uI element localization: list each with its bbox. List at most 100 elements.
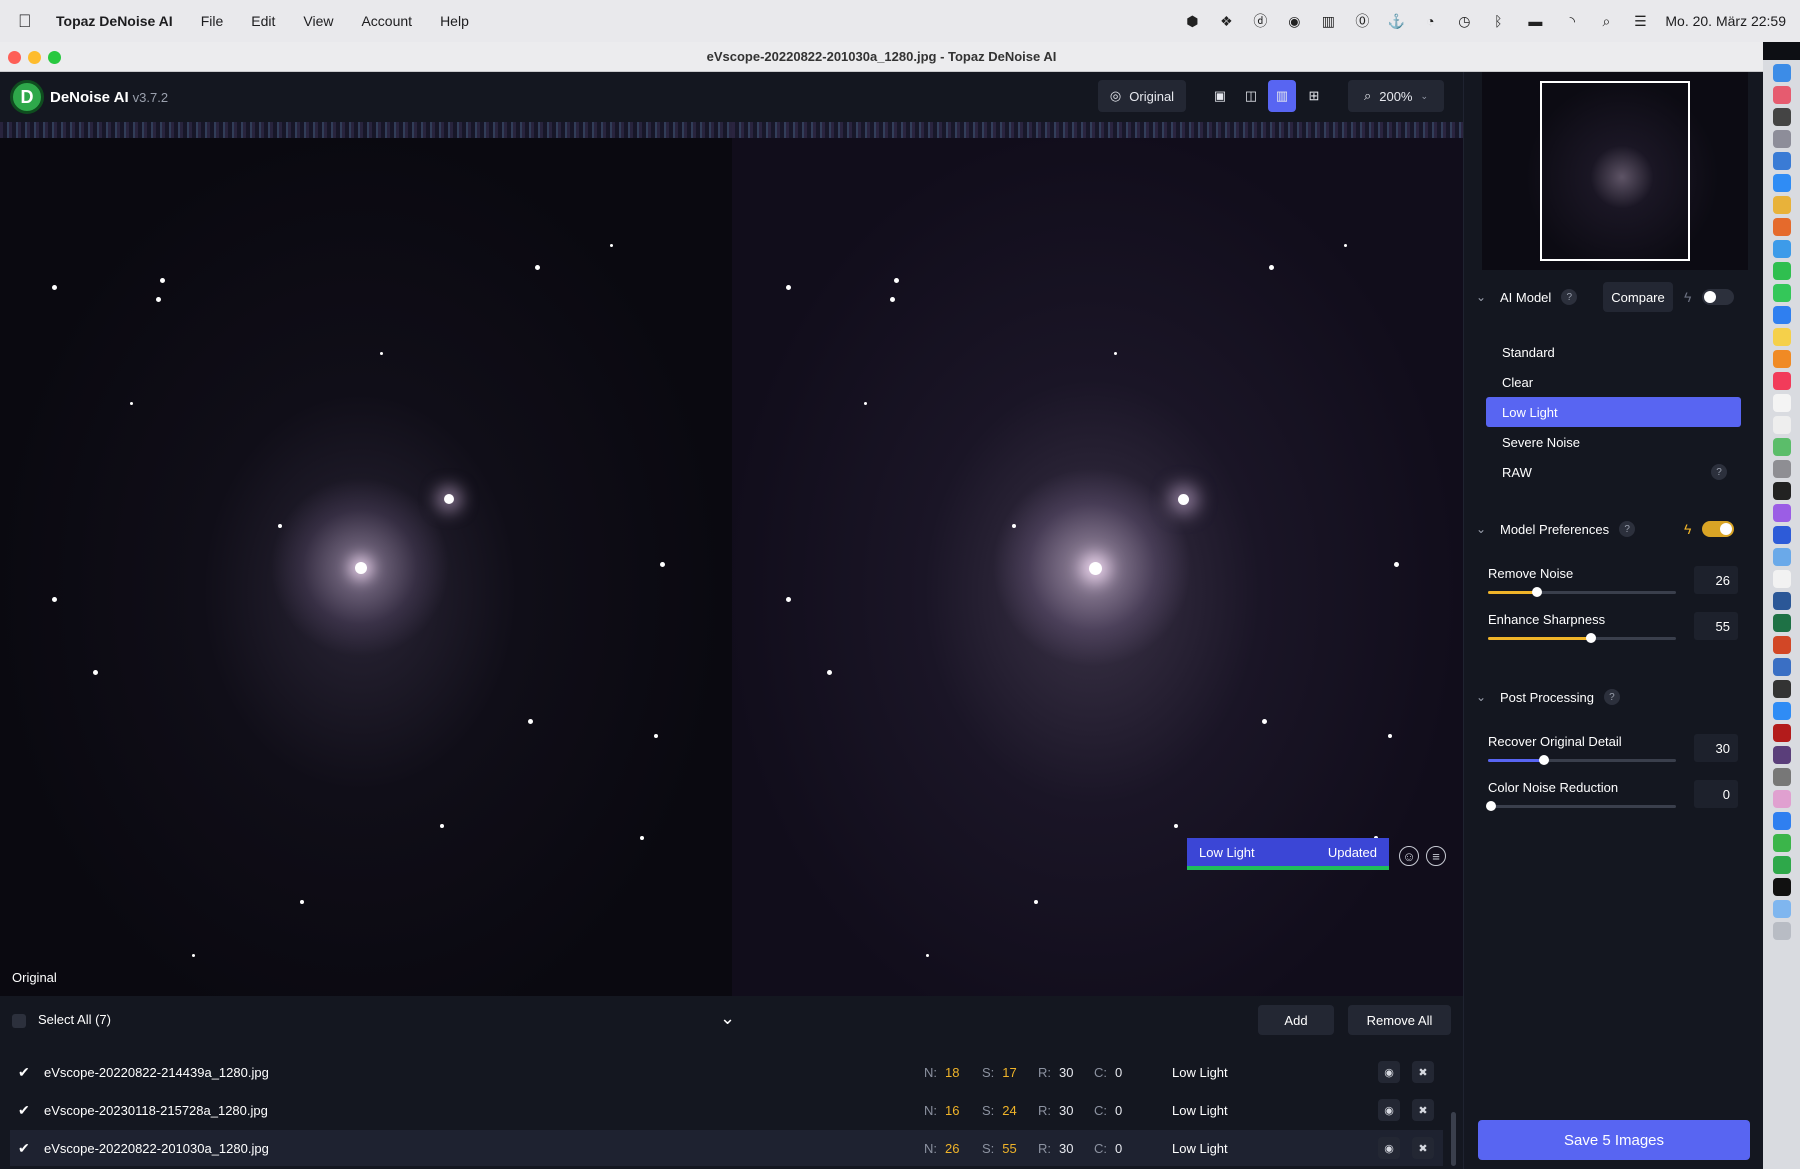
trash-icon[interactable]: ✖ <box>1412 1137 1434 1159</box>
select-all-label[interactable]: Select All (7) <box>38 1012 111 1027</box>
time-machine-icon[interactable]: ◷ <box>1455 12 1473 30</box>
file-row[interactable]: ✔ eVscope-20220822-214439a_1280.jpg N: 18… <box>10 1054 1443 1090</box>
battery-icon[interactable]: ▬ <box>1523 12 1547 30</box>
zoom-dropdown[interactable]: ⌕ 200% ⌄ <box>1348 80 1444 112</box>
launchpad-icon[interactable] <box>1772 130 1791 148</box>
window-icon[interactable] <box>1772 108 1791 126</box>
maps-icon[interactable] <box>1772 438 1791 456</box>
gauge-icon[interactable]: ◔ <box>1421 12 1439 30</box>
color-noise-thumb[interactable] <box>1486 801 1496 811</box>
collapse-chevron-icon[interactable]: ⌄ <box>720 1008 735 1029</box>
smiley-feedback-icon[interactable]: ☺ <box>1399 846 1419 866</box>
compare-button[interactable]: Compare <box>1603 282 1673 312</box>
recover-detail-slider[interactable] <box>1488 755 1676 765</box>
preview-original-pane[interactable] <box>0 122 732 996</box>
menu-app-name[interactable]: Topaz DeNoise AI <box>56 13 173 29</box>
preview-app-icon[interactable] <box>1772 548 1791 566</box>
menu-view[interactable]: View <box>303 13 333 29</box>
enhance-sharpness-thumb[interactable] <box>1586 633 1597 643</box>
view-comparison-button[interactable]: ⊞ <box>1300 80 1328 112</box>
trash-icon[interactable]: ✖ <box>1412 1061 1434 1083</box>
photos-icon[interactable] <box>1772 86 1791 104</box>
select-all-checkbox[interactable] <box>12 1014 26 1028</box>
spotlight-search-icon[interactable]: ⌕ <box>1597 12 1615 30</box>
trash-dock-icon[interactable] <box>1772 922 1791 940</box>
close-window-button[interactable] <box>8 51 21 64</box>
trash-icon[interactable]: ✖ <box>1412 1099 1434 1121</box>
help-icon[interactable]: ? <box>1711 464 1727 480</box>
black-app-icon[interactable] <box>1772 878 1791 896</box>
remove-noise-value[interactable]: 26 <box>1694 566 1738 594</box>
row-checkbox[interactable]: ✔ <box>18 1140 30 1157</box>
dropbox-icon[interactable]: ❖ <box>1217 12 1235 30</box>
recover-detail-value[interactable]: 30 <box>1694 734 1738 762</box>
robot-icon[interactable]: ◉ <box>1285 12 1303 30</box>
save-images-button[interactable]: Save 5 Images <box>1478 1120 1750 1160</box>
enhance-sharpness-value[interactable]: 55 <box>1694 612 1738 640</box>
add-images-button[interactable]: Add <box>1258 1005 1334 1035</box>
enhance-sharpness-slider[interactable] <box>1488 633 1676 643</box>
recover-detail-thumb[interactable] <box>1539 755 1550 765</box>
red-app-icon[interactable] <box>1772 724 1791 742</box>
cloud-icon[interactable] <box>1772 702 1791 720</box>
view-split-button[interactable]: ◫ <box>1237 80 1265 112</box>
apple-icon[interactable]:  <box>18 11 40 32</box>
original-toggle-button[interactable]: ◎ Original <box>1098 80 1186 112</box>
view-single-button[interactable]: ▣ <box>1206 80 1234 112</box>
file-row-selected[interactable]: ✔ eVscope-20220822-201030a_1280.jpg N: 26… <box>10 1130 1443 1166</box>
model-raw[interactable]: RAW ? <box>1486 457 1741 487</box>
colorsync-icon[interactable] <box>1772 790 1791 808</box>
chrome-icon[interactable] <box>1772 196 1791 214</box>
auto-model-toggle[interactable] <box>1702 289 1734 305</box>
remove-all-button[interactable]: Remove All <box>1348 1005 1451 1035</box>
menu-account[interactable]: Account <box>361 13 412 29</box>
row-checkbox[interactable]: ✔ <box>18 1064 30 1081</box>
view-side-by-side-button[interactable]: ▥ <box>1268 80 1296 112</box>
help-icon[interactable]: ? <box>1603 689 1620 705</box>
remove-noise-thumb[interactable] <box>1531 587 1542 597</box>
textedit-icon[interactable] <box>1772 570 1791 588</box>
menu-file[interactable]: File <box>201 13 224 29</box>
hex-icon[interactable]: ⬢ <box>1183 12 1201 30</box>
settings-icon[interactable] <box>1772 460 1791 478</box>
terminal-icon[interactable] <box>1772 482 1791 500</box>
info-icon[interactable] <box>1772 152 1791 170</box>
ai-model-header[interactable]: ⌄ AI Model ? Compare ϟ <box>1464 282 1764 312</box>
denoise-dock-icon[interactable] <box>1772 856 1791 874</box>
d-icon[interactable]: ⓓ <box>1251 12 1269 30</box>
mail-icon[interactable] <box>1772 306 1791 324</box>
hex-app-icon[interactable] <box>1772 680 1791 698</box>
affinity-icon[interactable] <box>1772 504 1791 522</box>
firefox-icon[interactable] <box>1772 218 1791 236</box>
tools-icon[interactable]: ⚓ <box>1387 12 1405 30</box>
photo-app-icon[interactable] <box>1772 746 1791 764</box>
safari-icon[interactable] <box>1772 240 1791 258</box>
notes-icon[interactable] <box>1772 328 1791 346</box>
bbedit-icon[interactable] <box>1772 658 1791 676</box>
word-icon[interactable] <box>1772 592 1791 610</box>
neutral-feedback-icon[interactable]: ≡ <box>1426 846 1446 866</box>
model-low-light[interactable]: Low Light <box>1486 397 1741 427</box>
zoom-window-button[interactable] <box>48 51 61 64</box>
row-checkbox[interactable]: ✔ <box>18 1102 30 1119</box>
messages-icon[interactable] <box>1772 284 1791 302</box>
menu-help[interactable]: Help <box>440 13 469 29</box>
menubar-clock[interactable]: Mo. 20. März 22:59 <box>1665 13 1786 29</box>
model-clear[interactable]: Clear <box>1486 367 1741 397</box>
bluetooth-icon[interactable]: ᛒ <box>1489 12 1507 30</box>
preview-eye-icon[interactable]: ◉ <box>1378 1137 1400 1159</box>
control-center-icon[interactable]: ☰ <box>1631 12 1649 30</box>
app-store-icon[interactable] <box>1772 174 1791 192</box>
help-icon[interactable]: ? <box>1619 521 1636 537</box>
model-standard[interactable]: Standard <box>1486 337 1741 367</box>
windows-app-icon[interactable] <box>1772 812 1791 830</box>
file-list-scrollbar[interactable] <box>1451 1112 1456 1166</box>
finder-icon[interactable] <box>1772 64 1791 82</box>
password-icon[interactable]: ⓪ <box>1353 12 1371 30</box>
preview-eye-icon[interactable]: ◉ <box>1378 1061 1400 1083</box>
folder-icon[interactable] <box>1772 900 1791 918</box>
file-row[interactable]: ✔ eVscope-20230118-215728a_1280.jpg N: 16… <box>10 1092 1443 1128</box>
remove-noise-slider[interactable] <box>1488 587 1676 597</box>
help-icon[interactable]: ? <box>1561 289 1578 305</box>
wifi-icon[interactable]: ◝ <box>1563 12 1581 30</box>
